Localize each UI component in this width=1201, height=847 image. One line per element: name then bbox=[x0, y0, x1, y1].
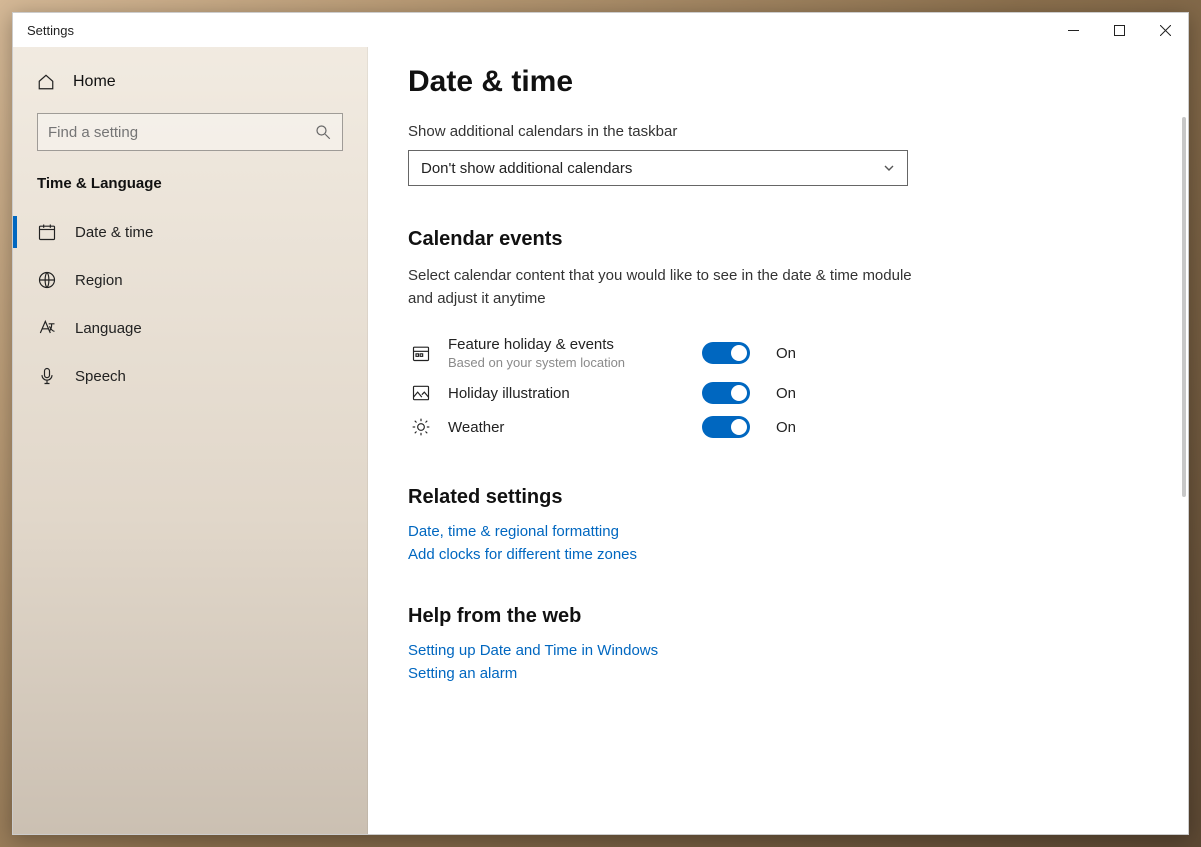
close-button[interactable] bbox=[1142, 13, 1188, 47]
window-controls bbox=[1050, 13, 1188, 47]
calendar-events-section: Calendar events Select calendar content … bbox=[408, 228, 1148, 444]
search-input[interactable] bbox=[48, 124, 306, 141]
home-icon bbox=[37, 73, 55, 91]
calendar-events-description: Select calendar content that you would l… bbox=[408, 265, 928, 310]
sidebar-item-label: Speech bbox=[75, 368, 126, 385]
search-input-wrap[interactable] bbox=[37, 113, 343, 151]
sidebar-section-label: Time & Language bbox=[13, 165, 367, 208]
maximize-icon bbox=[1114, 25, 1125, 36]
scrollbar[interactable] bbox=[1182, 117, 1186, 497]
main-content[interactable]: Date & time Show additional calendars in… bbox=[368, 47, 1188, 834]
help-heading: Help from the web bbox=[408, 605, 1148, 628]
additional-calendars-select[interactable]: Don't show additional calendars bbox=[408, 150, 908, 186]
illustration-icon bbox=[411, 383, 431, 403]
help-from-web-section: Help from the web Setting up Date and Ti… bbox=[408, 605, 1148, 682]
sidebar-item-label: Date & time bbox=[75, 224, 153, 241]
toggle-title: Holiday illustration bbox=[448, 385, 688, 402]
related-settings-heading: Related settings bbox=[408, 486, 1148, 509]
search-icon bbox=[314, 123, 332, 141]
toggle-subtitle: Based on your system location bbox=[448, 355, 688, 370]
titlebar: Settings bbox=[13, 13, 1188, 47]
speech-icon bbox=[37, 366, 57, 386]
language-icon bbox=[37, 318, 57, 338]
calendar-events-heading: Calendar events bbox=[408, 228, 1148, 251]
sidebar-item-region[interactable]: Region bbox=[13, 256, 367, 304]
link-date-time-formatting[interactable]: Date, time & regional formatting bbox=[408, 523, 1148, 540]
additional-calendars-value: Don't show additional calendars bbox=[421, 160, 632, 177]
link-setting-up-date-time[interactable]: Setting up Date and Time in Windows bbox=[408, 642, 1148, 659]
toggle-state-label: On bbox=[776, 419, 796, 436]
link-add-clocks[interactable]: Add clocks for different time zones bbox=[408, 546, 1148, 563]
toggle-row-weather: Weather On bbox=[408, 410, 1148, 444]
settings-window: Settings Home bbox=[12, 12, 1189, 835]
sidebar: Home Time & Language Date & time bbox=[13, 47, 368, 834]
sidebar-item-speech[interactable]: Speech bbox=[13, 352, 367, 400]
region-icon bbox=[37, 270, 57, 290]
sidebar-item-language[interactable]: Language bbox=[13, 304, 367, 352]
close-icon bbox=[1160, 25, 1171, 36]
date-time-icon bbox=[37, 222, 57, 242]
sidebar-item-label: Region bbox=[75, 272, 123, 289]
toggle-holiday-illustration[interactable] bbox=[702, 382, 750, 404]
sidebar-item-label: Language bbox=[75, 320, 142, 337]
related-settings-section: Related settings Date, time & regional f… bbox=[408, 486, 1148, 563]
window-title: Settings bbox=[27, 23, 74, 38]
toggle-title: Feature holiday & events bbox=[448, 336, 688, 353]
toggle-row-holiday-illustration: Holiday illustration On bbox=[408, 376, 1148, 410]
chevron-down-icon bbox=[883, 162, 895, 174]
sidebar-home[interactable]: Home bbox=[13, 59, 367, 105]
toggle-weather[interactable] bbox=[702, 416, 750, 438]
minimize-button[interactable] bbox=[1050, 13, 1096, 47]
calendar-event-icon bbox=[411, 343, 431, 363]
weather-icon bbox=[411, 417, 431, 437]
maximize-button[interactable] bbox=[1096, 13, 1142, 47]
sidebar-item-date-time[interactable]: Date & time bbox=[13, 208, 367, 256]
toggle-state-label: On bbox=[776, 385, 796, 402]
sidebar-search bbox=[13, 105, 367, 165]
toggle-row-feature-holiday: Feature holiday & events Based on your s… bbox=[408, 330, 1148, 376]
page-title: Date & time bbox=[408, 65, 1148, 99]
additional-calendars-label: Show additional calendars in the taskbar bbox=[408, 123, 1148, 140]
minimize-icon bbox=[1068, 25, 1079, 36]
toggle-feature-holiday[interactable] bbox=[702, 342, 750, 364]
toggle-state-label: On bbox=[776, 345, 796, 362]
link-setting-alarm[interactable]: Setting an alarm bbox=[408, 665, 1148, 682]
window-body: Home Time & Language Date & time bbox=[13, 47, 1188, 834]
toggle-title: Weather bbox=[448, 419, 688, 436]
sidebar-home-label: Home bbox=[73, 73, 116, 91]
